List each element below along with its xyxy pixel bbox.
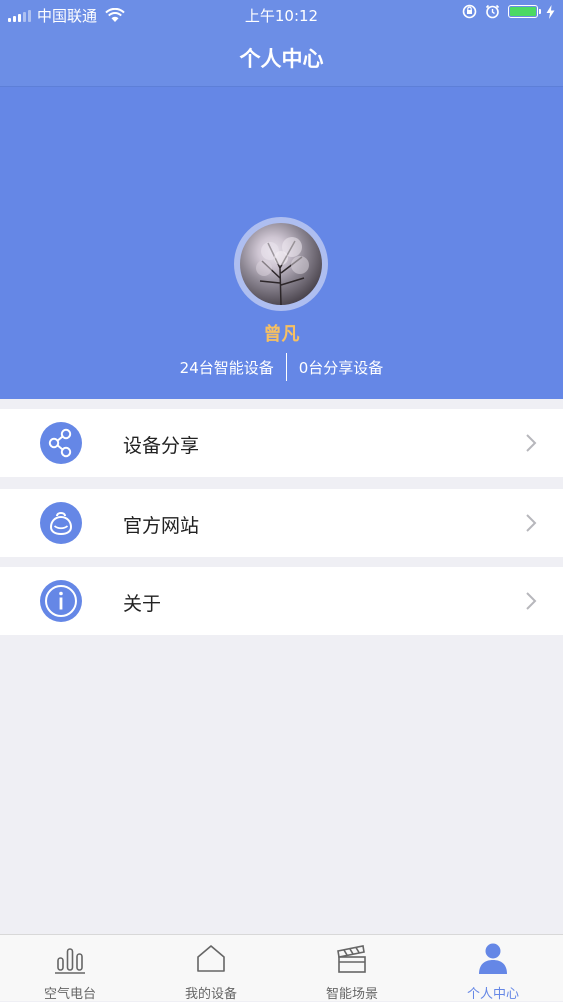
menu-label-website: 官方网站 xyxy=(123,515,200,537)
tab-smart-scene[interactable]: 智能场景 xyxy=(282,935,422,1002)
battery-icon xyxy=(508,5,541,18)
menu-item-about[interactable]: 关于 xyxy=(0,567,563,635)
tab-air-radio[interactable]: 空气电台 xyxy=(0,935,140,1002)
tab-label-smart-scene: 智能场景 xyxy=(325,987,378,1002)
clapperboard-icon xyxy=(337,945,366,973)
chevron-right-icon xyxy=(526,514,537,532)
tab-bar: 空气电台 我的设备 智能场景 个人中心 xyxy=(0,934,563,1002)
rotation-lock-icon xyxy=(462,4,477,19)
user-icon xyxy=(479,943,507,974)
info-icon xyxy=(40,580,82,622)
nav-bar: 个人中心 xyxy=(0,30,563,87)
website-icon xyxy=(40,502,82,544)
chevron-right-icon xyxy=(526,592,537,610)
page-title: 个人中心 xyxy=(239,47,324,71)
alarm-icon xyxy=(485,4,500,19)
status-right xyxy=(462,4,555,19)
avatar-image xyxy=(240,223,322,305)
status-bar: 中国联通 上午10:12 xyxy=(0,0,563,30)
tab-label-air-radio: 空气电台 xyxy=(43,987,96,1002)
avatar[interactable] xyxy=(234,217,328,311)
tab-my-devices[interactable]: 我的设备 xyxy=(141,935,281,1002)
stats-divider xyxy=(285,353,287,381)
device-count: 24台智能设备 xyxy=(179,358,274,377)
bar-chart-icon xyxy=(55,948,85,974)
tab-label-my-devices: 我的设备 xyxy=(184,987,237,1002)
shared-count: 0台分享设备 xyxy=(298,358,384,377)
menu-label-about: 关于 xyxy=(123,593,162,615)
user-name: 曾凡 xyxy=(263,324,300,345)
charging-icon xyxy=(546,4,555,19)
tab-personal-center[interactable]: 个人中心 xyxy=(423,935,563,1002)
profile-stats: 24台智能设备 0台分享设备 xyxy=(0,353,563,381)
tab-label-personal-center: 个人中心 xyxy=(466,987,519,1002)
menu-label-share: 设备分享 xyxy=(123,435,200,457)
profile-header: 曾凡 24台智能设备 0台分享设备 xyxy=(0,87,563,399)
chevron-right-icon xyxy=(526,434,537,452)
menu-item-website[interactable]: 官方网站 xyxy=(0,489,563,557)
home-icon xyxy=(197,945,225,972)
menu-item-share[interactable]: 设备分享 xyxy=(0,409,563,477)
share-icon xyxy=(40,422,82,464)
